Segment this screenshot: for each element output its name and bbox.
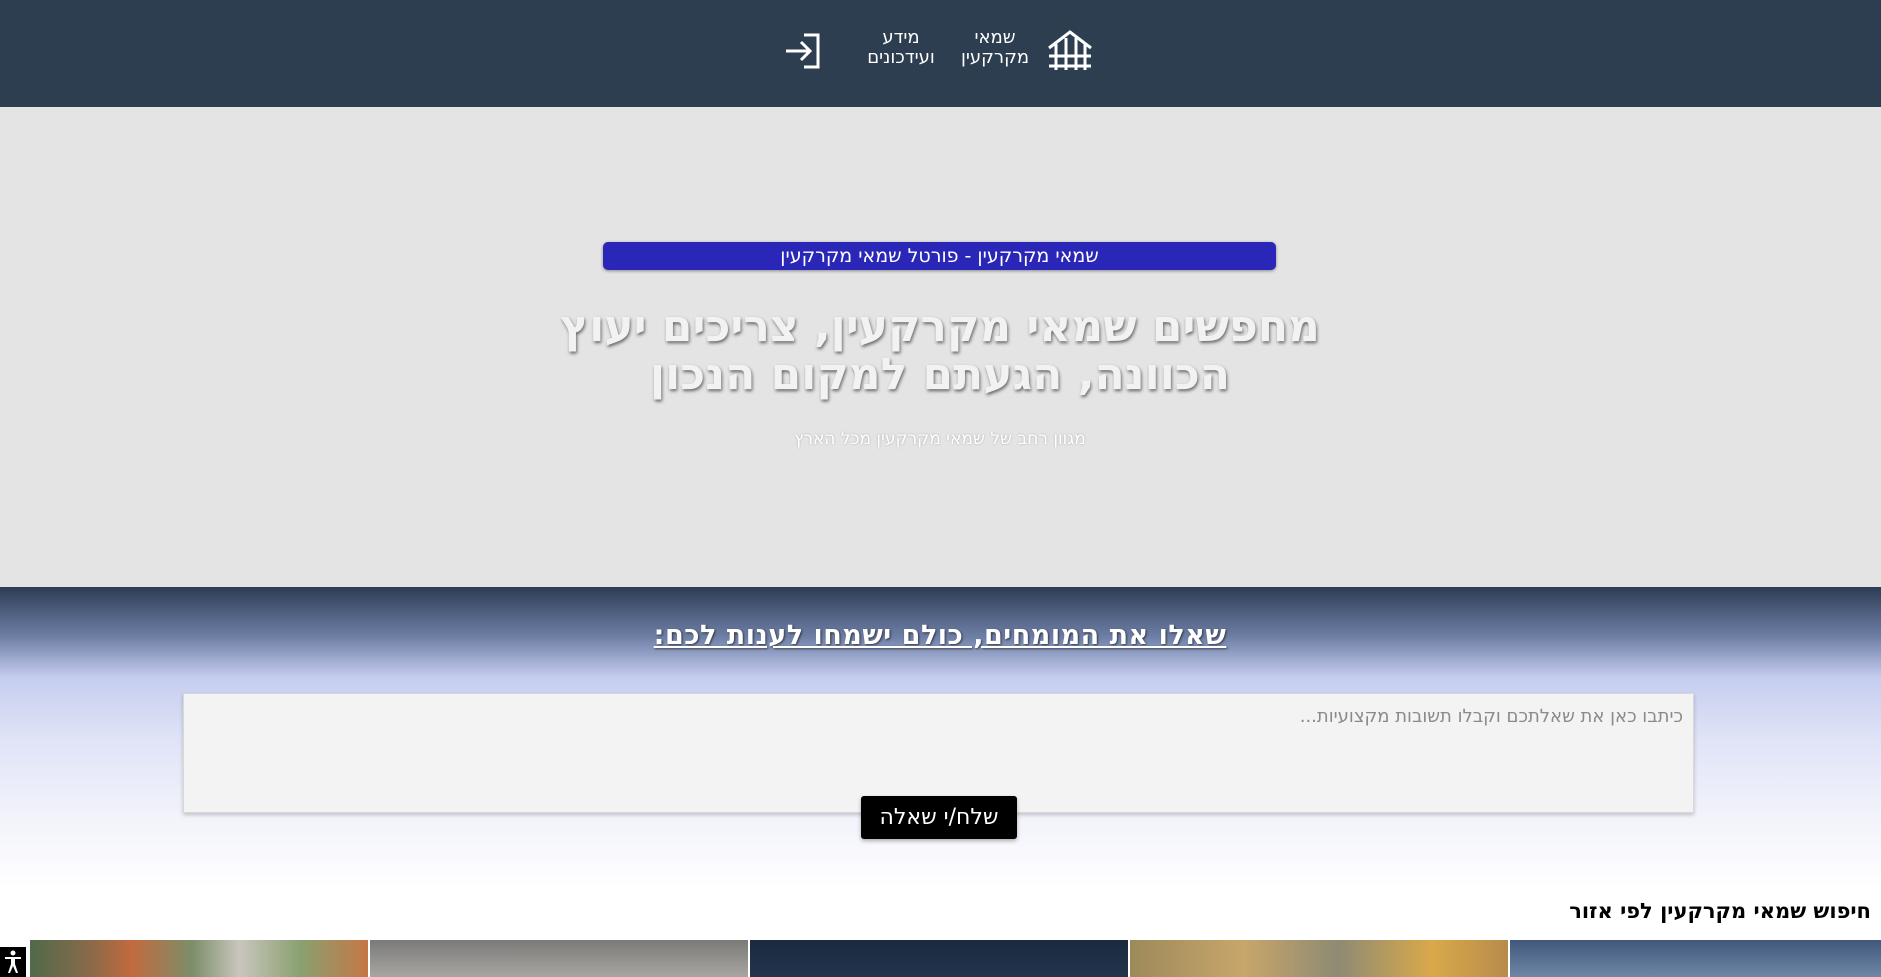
region-tile-image[interactable] xyxy=(30,940,368,977)
main-nav: שמאי מקרקעין מידע ועידכונים xyxy=(0,0,1881,107)
nav-link-info-updates[interactable]: מידע ועידכונים xyxy=(860,28,942,68)
hero-section: שמאי מקרקעין - פורטל שמאי מקרקעין מחפשים… xyxy=(0,107,1881,587)
hero-badge: שמאי מקרקעין - פורטל שמאי מקרקעין xyxy=(603,242,1276,270)
house-roof-icon[interactable] xyxy=(1046,28,1094,72)
top-navbar: שמאי מקרקעין מידע ועידכונים xyxy=(0,0,1881,107)
region-tile-image[interactable] xyxy=(1510,940,1881,977)
sign-in-icon[interactable] xyxy=(782,31,824,71)
ask-experts-section: שאלו את המומחים, כולם ישמחו לענות לכם: ש… xyxy=(0,587,1881,887)
region-tile-image[interactable] xyxy=(1130,940,1508,977)
accessibility-icon[interactable] xyxy=(0,947,26,977)
nav-link-real-estate-appraisers[interactable]: שמאי מקרקעין xyxy=(960,28,1030,68)
nav-real-estate-line2: מקרקעין xyxy=(960,47,1030,68)
region-tiles xyxy=(0,940,1881,977)
nav-info-line1: מידע xyxy=(882,27,920,48)
hero-subtitle: מגוון רחב של שמאי מקרקעין מכל הארץ xyxy=(794,429,1086,449)
hero-title: מחפשים שמאי מקרקעין, צריכים יעוץ הכוונה,… xyxy=(560,301,1320,400)
ask-heading: שאלו את המומחים, כולם ישמחו לענות לכם: xyxy=(653,620,1227,651)
question-textarea[interactable] xyxy=(183,693,1694,813)
region-tile-image[interactable] xyxy=(750,940,1128,977)
region-tile-image[interactable] xyxy=(370,940,748,977)
region-search-title: חיפוש שמאי מקרקעין לפי אזור xyxy=(1569,899,1871,923)
submit-question-button[interactable]: שלח/י שאלה xyxy=(861,796,1017,839)
nav-real-estate-line1: שמאי xyxy=(974,27,1016,48)
nav-info-line2: ועידכונים xyxy=(867,47,935,68)
